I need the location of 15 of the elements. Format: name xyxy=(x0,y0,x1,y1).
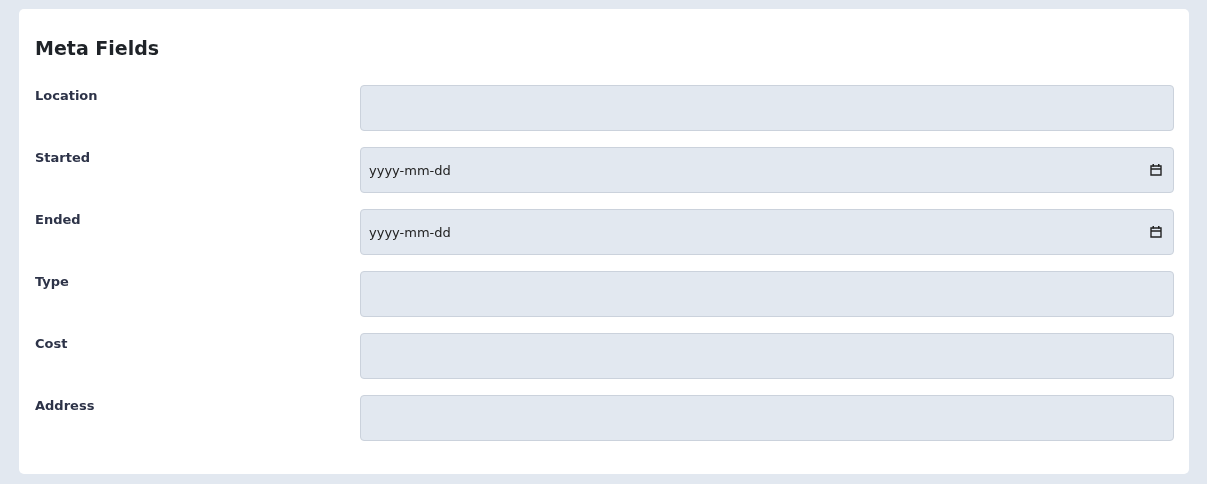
input-field[interactable] xyxy=(360,85,1174,131)
field-label: Type xyxy=(35,273,69,289)
section-title: Meta Fields xyxy=(35,36,161,61)
date-field[interactable]: yyyy-mm-dd xyxy=(360,147,1174,193)
field-label: Address xyxy=(35,397,95,413)
date-field[interactable]: yyyy-mm-dd xyxy=(360,209,1174,255)
field-label: Ended xyxy=(35,211,81,227)
input-field[interactable] xyxy=(360,271,1174,317)
field-label: Location xyxy=(35,87,98,103)
input-field[interactable] xyxy=(360,395,1174,441)
calendar-icon[interactable] xyxy=(1150,226,1162,238)
field-label: Started xyxy=(35,149,91,165)
calendar-icon[interactable] xyxy=(1150,164,1162,176)
field-label: Cost xyxy=(35,335,68,351)
input-field[interactable] xyxy=(360,333,1174,379)
